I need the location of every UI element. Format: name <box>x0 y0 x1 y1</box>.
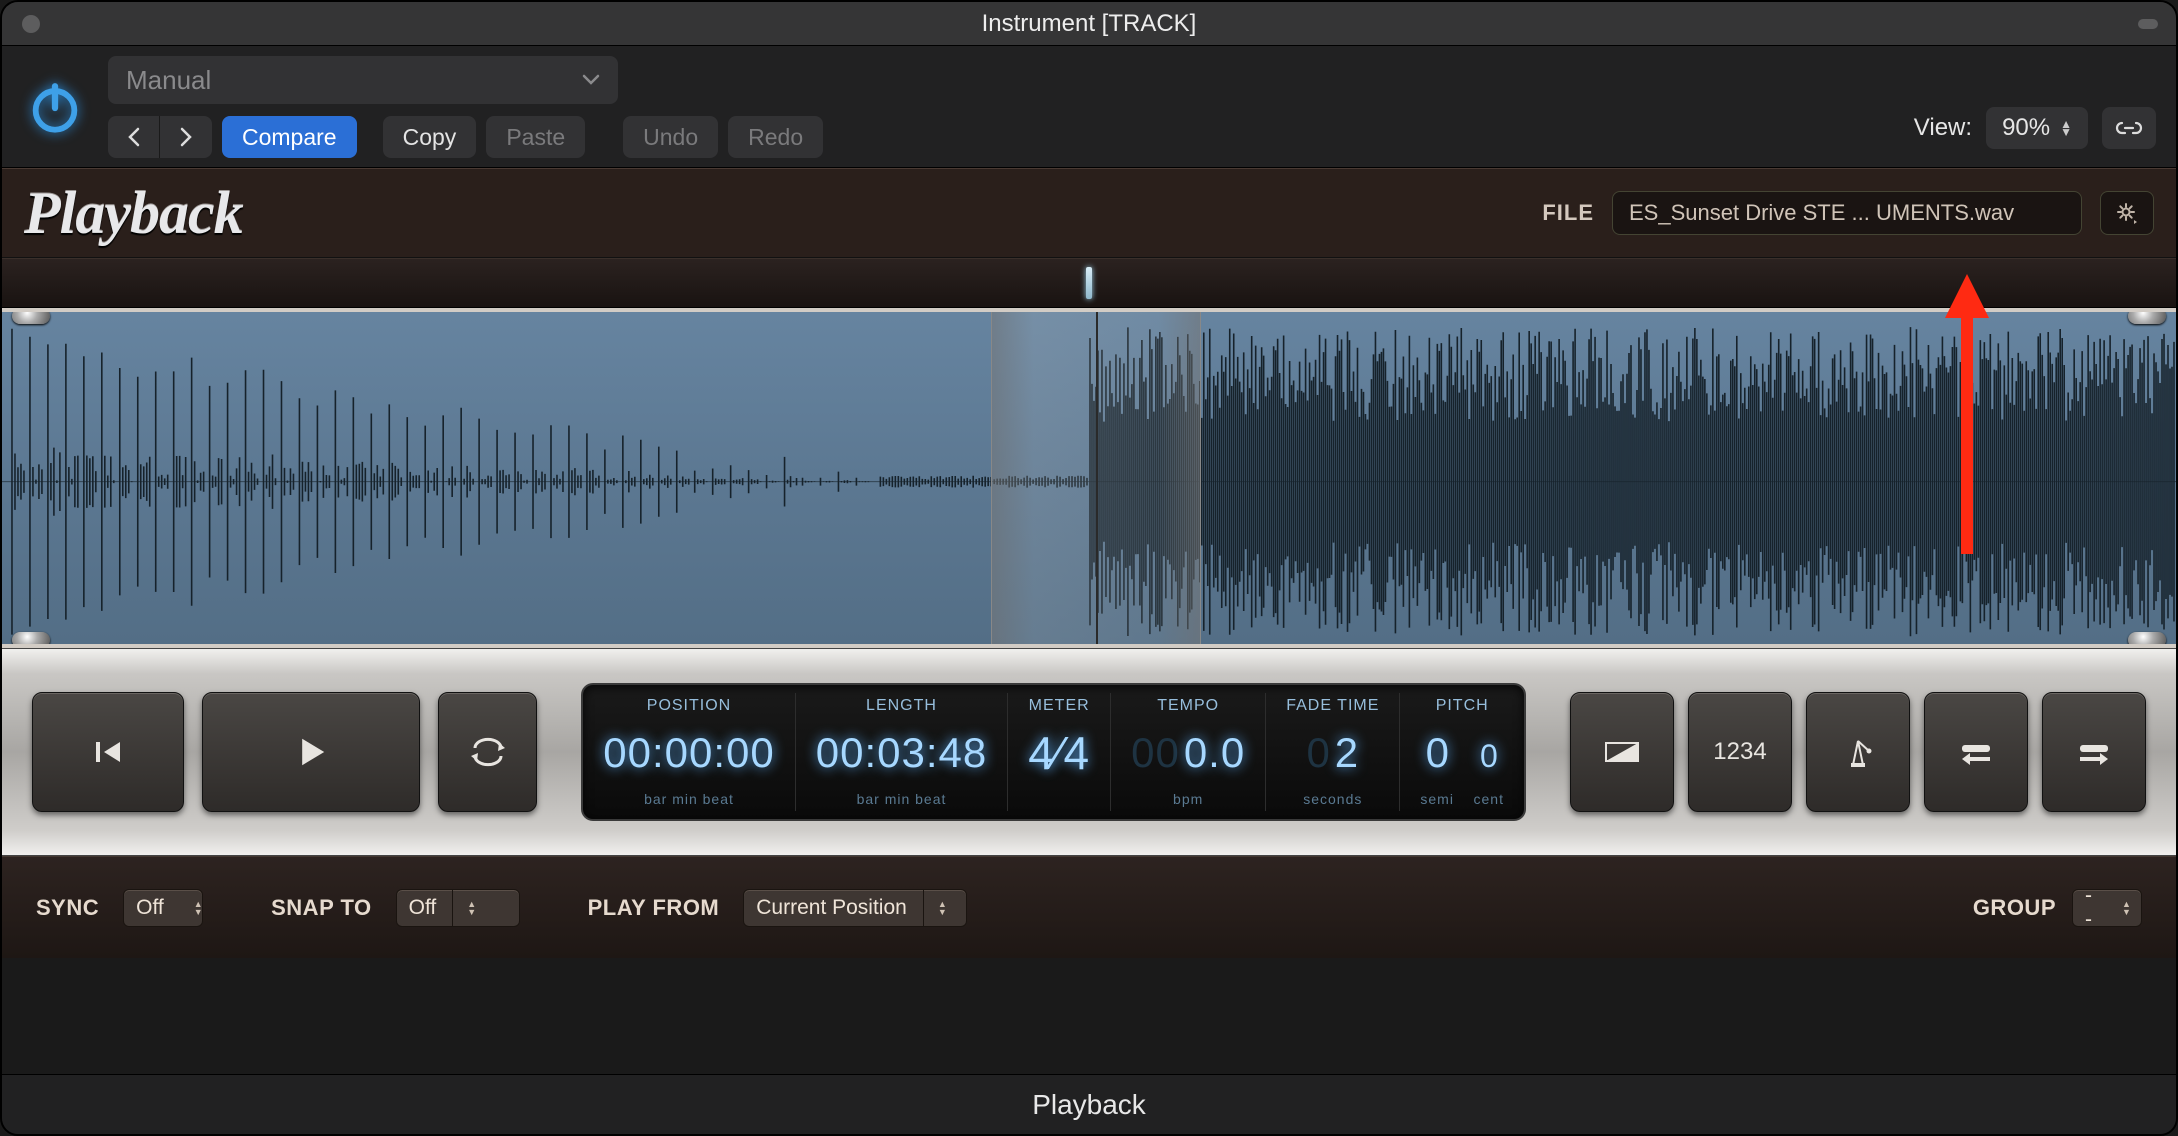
skip-back-icon <box>88 732 128 772</box>
plugin-logo: Playback <box>24 179 243 248</box>
waveform-display[interactable] <box>2 308 2176 648</box>
preset-selector[interactable]: Manual <box>108 56 618 104</box>
power-button[interactable] <box>20 56 90 160</box>
play-button[interactable] <box>202 692 420 812</box>
return-to-start-button[interactable] <box>1924 692 2028 812</box>
count-in-button[interactable]: 1234 <box>1688 692 1792 812</box>
lcd-position[interactable]: POSITION 00:00:00 bar min beat <box>583 693 796 811</box>
next-preset-button[interactable] <box>160 116 212 158</box>
play-from-label: PLAY FROM <box>588 895 720 921</box>
play-from-selector[interactable]: Current Position▲▼ <box>743 889 967 927</box>
preset-name: Manual <box>126 65 211 96</box>
window-title: Instrument [TRACK] <box>2 10 2176 38</box>
cycle-icon <box>469 737 507 767</box>
sync-label: SYNC <box>36 895 99 921</box>
prev-preset-button[interactable] <box>108 116 160 158</box>
ruler-marker[interactable] <box>1086 267 1092 299</box>
lcd-length[interactable]: LENGTH 00:03:48 bar min beat <box>796 693 1009 811</box>
undo-button[interactable]: Undo <box>623 116 718 158</box>
settings-button[interactable] <box>2100 191 2154 235</box>
timeline-ruler[interactable] <box>2 258 2176 308</box>
snap-to-label: SNAP TO <box>271 895 372 921</box>
compare-button[interactable]: Compare <box>222 116 357 158</box>
view-label: View: <box>1914 114 1972 142</box>
lcd-fade-time[interactable]: FADE TIME 02 seconds <box>1266 693 1400 811</box>
file-name: ES_Sunset Drive STE ... UMENTS.wav <box>1629 200 2014 226</box>
lcd-tempo[interactable]: TEMPO 000.0 bpm <box>1111 693 1266 811</box>
fade-shape-button[interactable] <box>1570 692 1674 812</box>
playhead-line <box>1096 308 1098 648</box>
playhead-window[interactable] <box>991 308 1201 648</box>
metronome-button[interactable] <box>1806 692 1910 812</box>
plugin-window: Instrument [TRACK] Manual Compare Copy <box>0 0 2178 1136</box>
titlebar-pill <box>2138 19 2158 29</box>
zoom-value: 90% <box>2002 114 2050 142</box>
preset-nav <box>108 116 212 158</box>
fade-shape-icon <box>1602 737 1642 767</box>
footer-name: Playback <box>2 1074 2176 1134</box>
stepper-arrows-icon: ▲▼ <box>2060 120 2072 136</box>
plugin-header: Playback FILE ES_Sunset Drive STE ... UM… <box>2 168 2176 258</box>
play-icon <box>289 730 333 774</box>
paste-button[interactable]: Paste <box>486 116 585 158</box>
lcd-meter[interactable]: METER 4⁄4 <box>1008 693 1111 811</box>
cycle-button[interactable] <box>438 692 537 812</box>
group-label: GROUP <box>1973 895 2056 921</box>
lcd-pitch[interactable]: PITCH 00 semi cent <box>1400 693 1524 811</box>
go-to-start-button[interactable] <box>32 692 184 812</box>
traffic-lights <box>2 15 40 33</box>
zoom-stepper[interactable]: 90% ▲▼ <box>1986 107 2088 149</box>
lcd-display: POSITION 00:00:00 bar min beat LENGTH 00… <box>581 683 1526 821</box>
link-icon <box>2114 118 2144 138</box>
copy-button[interactable]: Copy <box>383 116 477 158</box>
snap-to-selector[interactable]: Off▲▼ <box>396 889 520 927</box>
chevron-down-icon <box>582 74 600 86</box>
options-bar: SYNC Off▲▼ SNAP TO Off▲▼ PLAY FROM Curre… <box>2 856 2176 958</box>
marker-right-icon <box>2074 737 2114 767</box>
plugin-body: Playback FILE ES_Sunset Drive STE ... UM… <box>2 168 2176 1074</box>
titlebar: Instrument [TRACK] <box>2 2 2176 46</box>
host-toolbar: Manual Compare Copy Paste Undo Redo <box>2 46 2176 168</box>
marker-left-icon <box>1956 737 1996 767</box>
file-label: FILE <box>1542 200 1594 226</box>
gear-icon <box>2115 201 2139 225</box>
metronome-icon <box>1841 735 1875 769</box>
sync-selector[interactable]: Off▲▼ <box>123 889 203 927</box>
transport-strip: POSITION 00:00:00 bar min beat LENGTH 00… <box>2 648 2176 856</box>
power-icon <box>26 79 84 137</box>
close-dot[interactable] <box>22 15 40 33</box>
file-selector[interactable]: ES_Sunset Drive STE ... UMENTS.wav <box>1612 191 2082 235</box>
play-to-end-button[interactable] <box>2042 692 2146 812</box>
count-1234-icon: 1234 <box>1713 738 1766 766</box>
redo-button[interactable]: Redo <box>728 116 823 158</box>
link-button[interactable] <box>2102 107 2156 149</box>
group-selector[interactable]: --▲▼ <box>2072 889 2142 927</box>
